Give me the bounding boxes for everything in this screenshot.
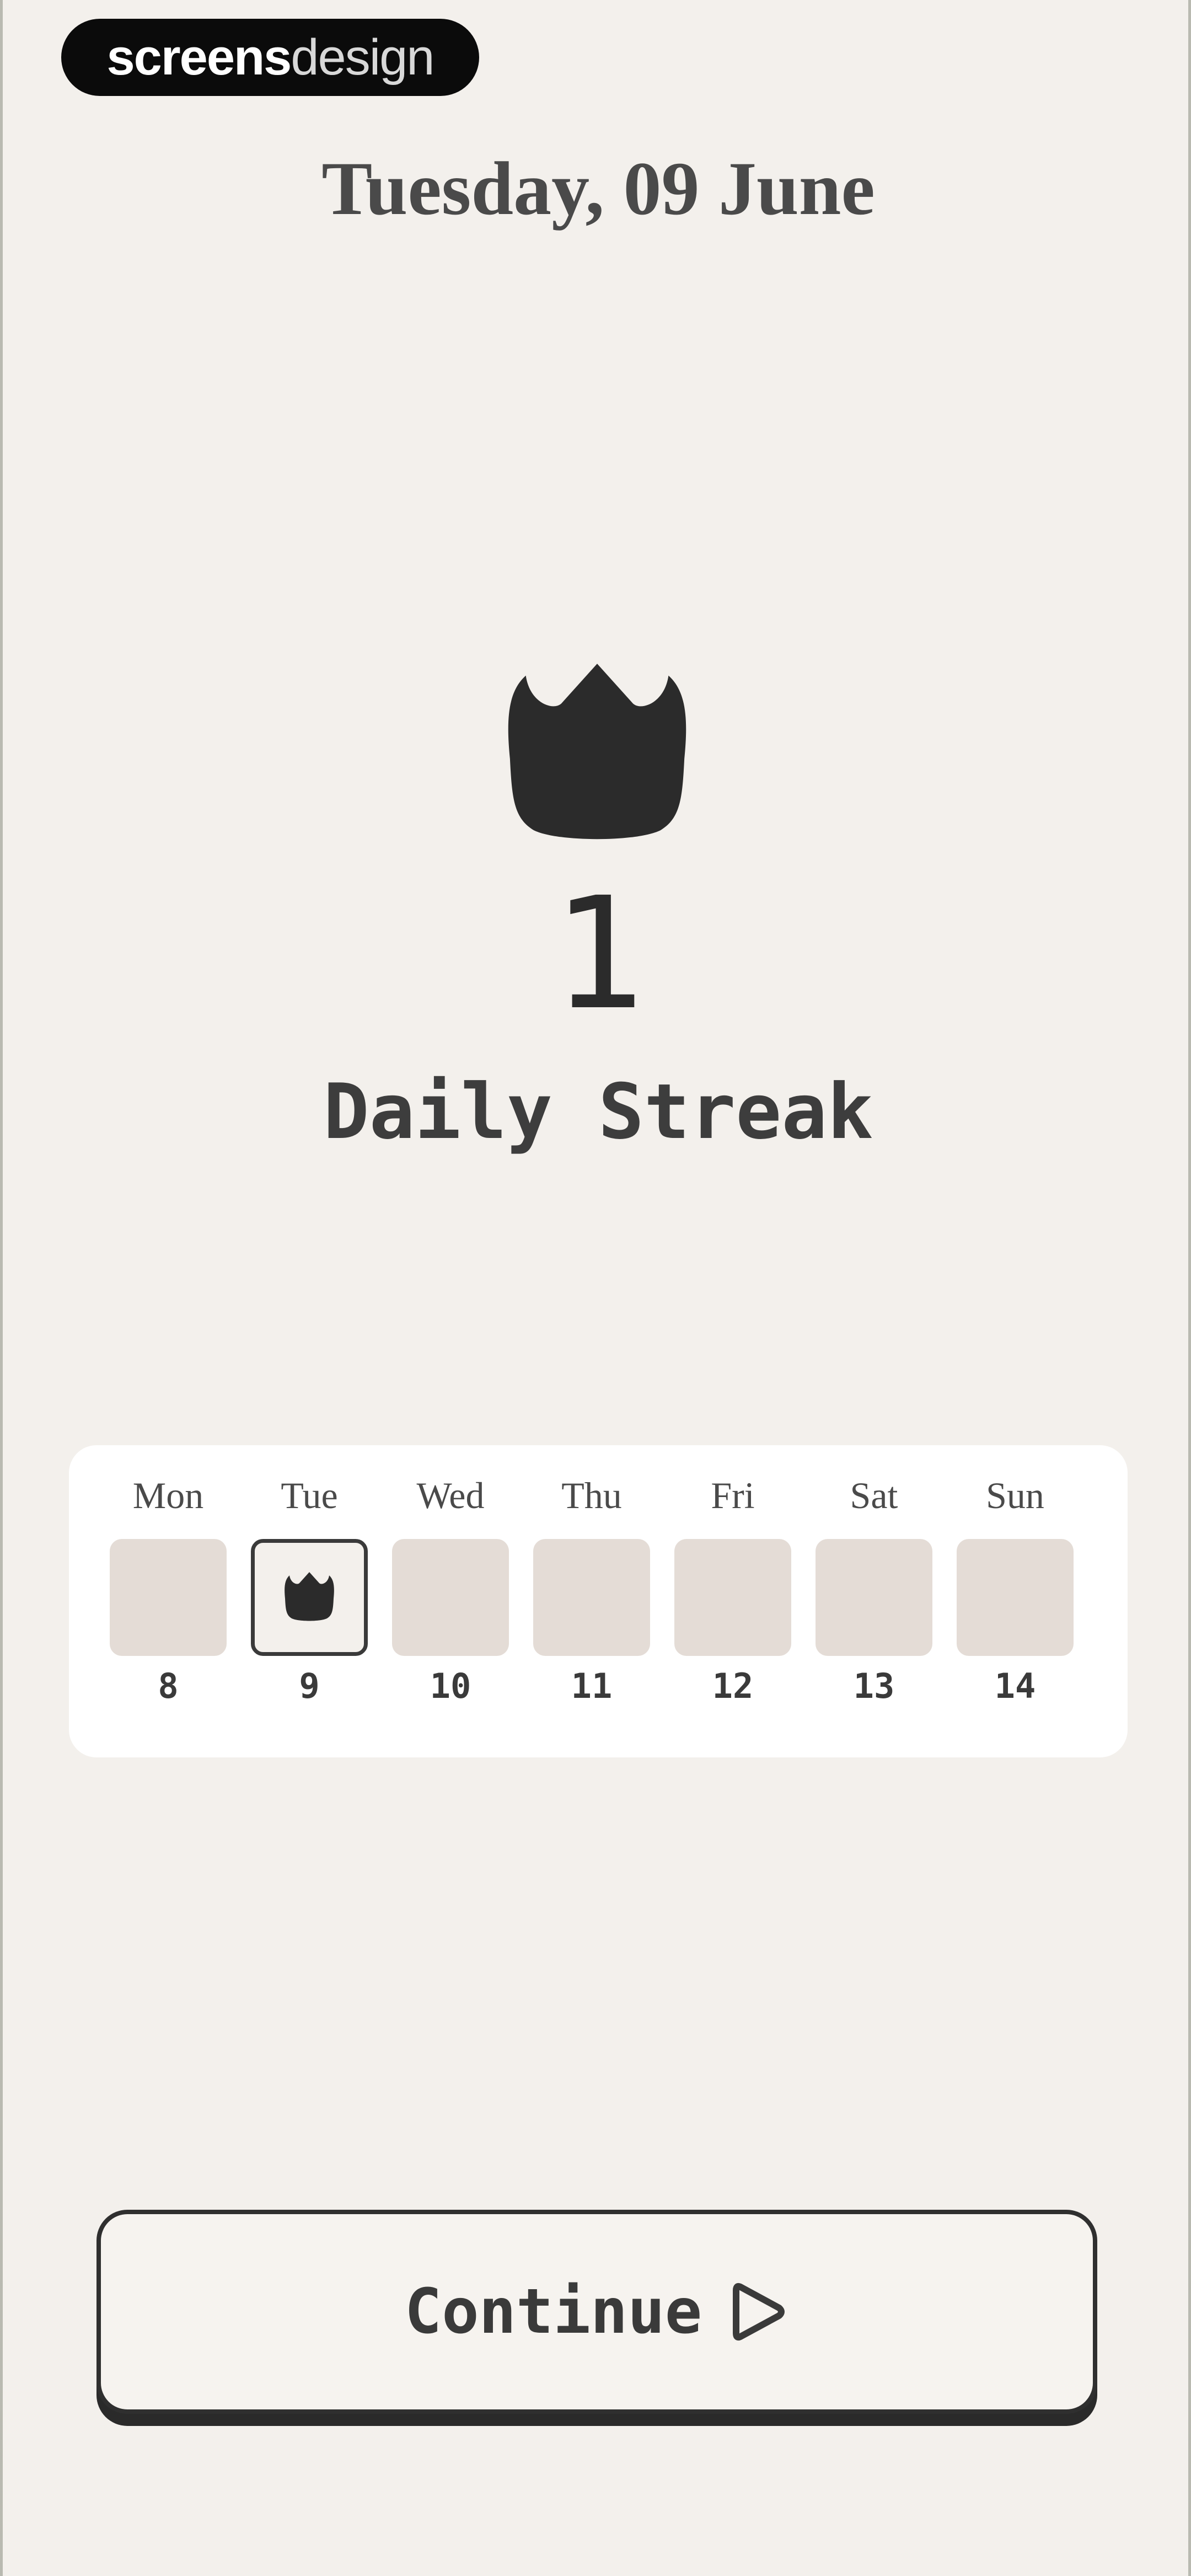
streak-label: Daily Streak: [323, 1067, 873, 1156]
brand-light-text: design: [291, 29, 434, 85]
week-calendar: Mon 8 Tue 9 Wed 10 Thu 11 Fri 12 Sat 13 …: [69, 1445, 1128, 1757]
day-number: 11: [571, 1666, 613, 1706]
brand-bold-text: screens: [106, 29, 292, 85]
day-box: [816, 1539, 932, 1656]
continue-button[interactable]: Continue: [96, 2210, 1097, 2414]
day-name: Sun: [986, 1474, 1044, 1516]
day-wed: Wed 10: [389, 1445, 512, 1757]
day-number: 8: [158, 1666, 179, 1706]
day-tue: Tue 9: [248, 1445, 371, 1757]
day-box: [533, 1539, 650, 1656]
day-sat: Sat 13: [812, 1445, 936, 1757]
day-number: 9: [299, 1666, 320, 1706]
date-title: Tuesday, 09 June: [321, 146, 875, 231]
brand-watermark: screens design: [61, 19, 479, 96]
day-number: 14: [994, 1666, 1036, 1706]
day-box: [674, 1539, 791, 1656]
crown-icon: [508, 664, 686, 840]
day-number: 10: [430, 1666, 471, 1706]
crown-icon: [285, 1572, 334, 1621]
streak-count: 1: [551, 864, 645, 1044]
day-sun: Sun 14: [953, 1445, 1077, 1757]
day-box: [110, 1539, 227, 1656]
day-box: [392, 1539, 509, 1656]
day-name: Sat: [850, 1474, 898, 1516]
play-icon: [733, 2283, 785, 2341]
continue-label: Continue: [404, 2276, 702, 2348]
day-name: Mon: [132, 1474, 204, 1516]
day-box: [957, 1539, 1074, 1656]
day-box-completed: [251, 1539, 368, 1656]
day-number: 13: [853, 1666, 895, 1706]
day-name: Wed: [416, 1474, 485, 1516]
day-name: Tue: [281, 1474, 338, 1516]
day-fri: Fri 12: [671, 1445, 795, 1757]
day-mon: Mon 8: [106, 1445, 230, 1757]
day-name: Fri: [711, 1474, 755, 1516]
day-name: Thu: [561, 1474, 622, 1516]
day-number: 12: [712, 1666, 754, 1706]
day-thu: Thu 11: [530, 1445, 653, 1757]
streak-screen: screens design Tuesday, 09 June 1 Daily S…: [0, 0, 1191, 2576]
